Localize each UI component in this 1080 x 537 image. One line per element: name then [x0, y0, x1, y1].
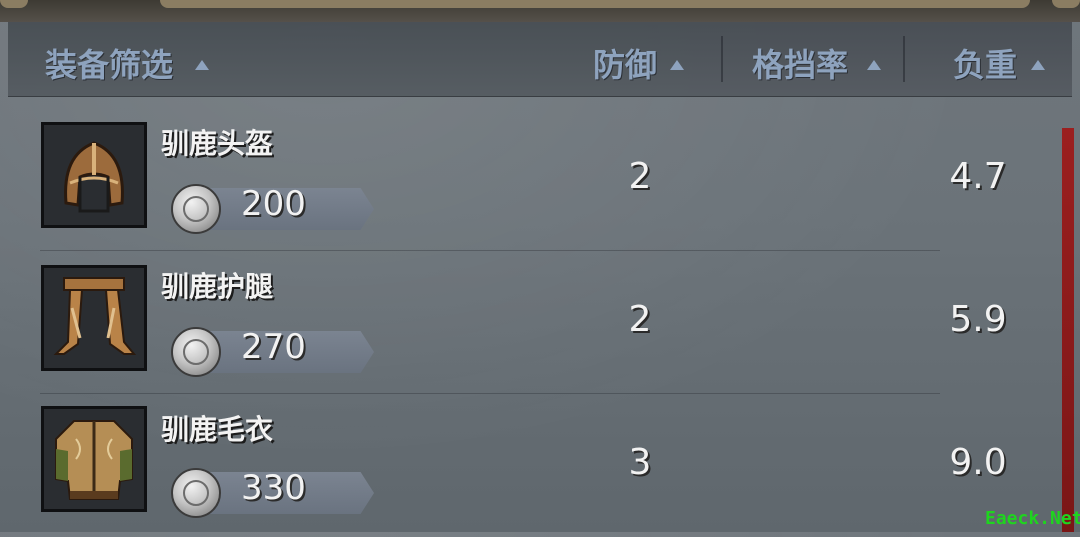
item-weight: 5.9 — [949, 299, 1007, 340]
item-name: 驯鹿头盔 — [161, 127, 274, 160]
list-scrollbar[interactable] — [1062, 128, 1074, 532]
item-defense: 2 — [628, 299, 652, 340]
item-defense: 3 — [628, 442, 652, 483]
sort-block-rate-arrow-icon[interactable] — [867, 60, 881, 70]
item-weight: 9.0 — [949, 442, 1007, 483]
sort-filter-arrow-icon[interactable] — [195, 60, 209, 70]
helmet-icon — [41, 122, 147, 228]
item-name: 驯鹿毛衣 — [161, 413, 274, 446]
silver-coin-icon — [171, 468, 221, 518]
item-name: 驯鹿护腿 — [161, 270, 274, 303]
sort-by-block-rate-button[interactable]: 格挡率 — [752, 40, 848, 86]
equipment-row[interactable]: 驯鹿毛衣 330 3 9.0 — [8, 394, 1048, 537]
item-price: 330 — [241, 468, 306, 508]
header-divider — [721, 36, 723, 82]
sort-weight-arrow-icon[interactable] — [1031, 60, 1045, 70]
header-divider — [903, 36, 905, 82]
item-price: 200 — [241, 184, 306, 224]
sweater-icon — [41, 406, 147, 512]
frame-trim-left — [0, 0, 28, 8]
top-frame — [0, 0, 1080, 22]
silver-coin-icon — [171, 184, 221, 234]
equipment-row[interactable]: 驯鹿头盔 200 2 4.7 — [8, 108, 1048, 251]
frame-trim-center — [160, 0, 1030, 8]
watermark: Eaeck.Net — [985, 508, 1080, 529]
sort-by-defense-button[interactable]: 防御 — [593, 40, 657, 86]
item-defense: 2 — [628, 156, 652, 197]
item-weight: 4.7 — [949, 156, 1007, 197]
greaves-icon — [41, 265, 147, 371]
sort-by-weight-button[interactable]: 负重 — [953, 40, 1017, 86]
frame-trim-right — [1052, 0, 1080, 8]
silver-coin-icon — [171, 327, 221, 377]
sort-defense-arrow-icon[interactable] — [670, 60, 684, 70]
item-price: 270 — [241, 327, 306, 367]
sort-by-filter-button[interactable]: 装备筛选 — [45, 40, 173, 86]
equipment-row[interactable]: 驯鹿护腿 270 2 5.9 — [8, 251, 1048, 394]
